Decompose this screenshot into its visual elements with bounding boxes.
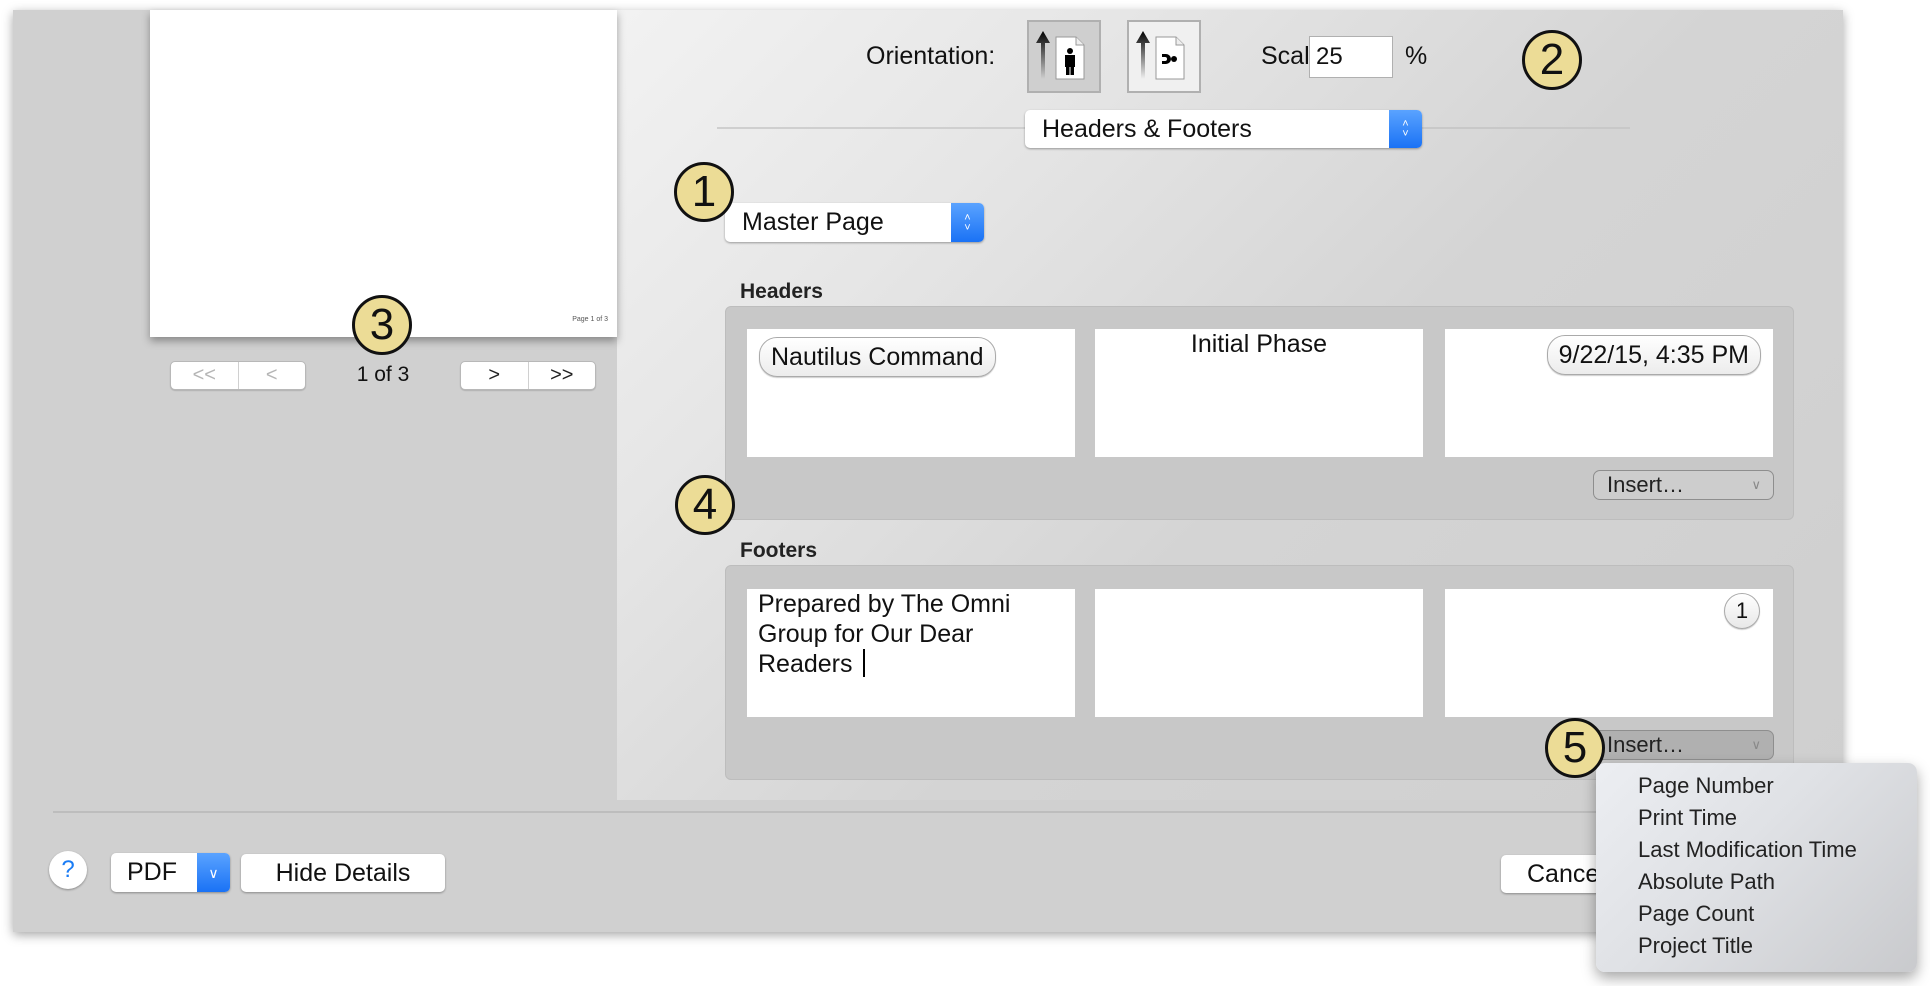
previous-page-button[interactable]: < — [237, 362, 306, 389]
master-page-value: Master Page — [742, 208, 884, 236]
menu-item-project-title[interactable]: Project Title — [1596, 930, 1917, 962]
up-down-chevron-icon: ˄ ˅ — [951, 203, 984, 242]
header-left-field[interactable]: Nautilus Command — [747, 329, 1075, 457]
header-insert-button[interactable]: Insert… ∨ — [1593, 470, 1774, 500]
callout-3: 3 — [352, 295, 412, 355]
landscape-orientation-button[interactable] — [1127, 20, 1201, 93]
orientation-label: Orientation: — [866, 42, 996, 70]
callout-2: 2 — [1522, 30, 1582, 90]
menu-item-print-time[interactable]: Print Time — [1596, 802, 1917, 834]
text-cursor — [863, 649, 866, 677]
header-insert-label: Insert… — [1607, 472, 1685, 497]
bottom-divider — [53, 811, 1843, 813]
percent-label: % — [1405, 42, 1428, 70]
insert-menu: Page Number Print Time Last Modification… — [1596, 763, 1917, 972]
page-preview: Page 1 of 3 — [150, 10, 617, 337]
last-page-button[interactable]: >> — [527, 362, 596, 389]
scale-input[interactable]: 25 — [1309, 36, 1393, 78]
footer-right-field[interactable]: 1 — [1445, 589, 1773, 717]
section-divider — [717, 127, 1027, 129]
footer-left-text: Prepared by The Omni Group for Our Dear … — [758, 590, 1011, 678]
footer-insert-button[interactable]: Insert… ∨ — [1593, 730, 1774, 760]
hide-details-button[interactable]: Hide Details — [241, 854, 445, 892]
chevron-right-icon: > — [488, 364, 501, 386]
headers-heading: Headers — [740, 280, 823, 303]
callout-5: 5 — [1545, 718, 1605, 778]
preview-footer-text: Page 1 of 3 — [572, 316, 608, 323]
print-section-popup[interactable]: Headers & Footers ˄ ˅ — [1025, 110, 1422, 148]
print-section-value: Headers & Footers — [1042, 114, 1252, 143]
up-down-chevron-icon: ˄ ˅ — [1389, 110, 1422, 148]
chevron-down-icon: ∨ — [197, 853, 230, 892]
next-page-button[interactable]: > — [461, 362, 528, 389]
chevron-down-icon: ∨ — [1751, 477, 1761, 492]
section-divider — [1422, 127, 1630, 129]
page-indicator: 1 of 3 — [356, 363, 410, 386]
preview-nav-back-group: << < — [170, 361, 306, 390]
chevron-left-icon: < — [265, 364, 278, 386]
menu-item-absolute-path[interactable]: Absolute Path — [1596, 866, 1917, 898]
footer-insert-label: Insert… — [1607, 732, 1685, 757]
preview-nav-forward-group: > >> — [460, 361, 596, 390]
footer-left-field[interactable]: Prepared by The Omni Group for Our Dear … — [747, 589, 1075, 717]
question-mark-icon: ? — [61, 856, 75, 883]
landscape-orientation-icon — [1136, 30, 1185, 79]
double-chevron-right-icon: >> — [550, 364, 574, 386]
help-button[interactable]: ? — [49, 851, 87, 889]
header-center-text: Initial Phase — [1190, 330, 1328, 358]
portrait-orientation-button[interactable] — [1027, 20, 1101, 93]
print-time-token[interactable]: 9/22/15, 4:35 PM — [1546, 335, 1761, 375]
pdf-label: PDF — [127, 858, 177, 886]
chevron-down-icon: ∨ — [1751, 737, 1761, 752]
page-number-token[interactable]: 1 — [1724, 593, 1760, 629]
footer-center-field[interactable] — [1095, 589, 1423, 717]
menu-item-page-number[interactable]: Page Number — [1596, 770, 1917, 802]
header-center-field[interactable]: Initial Phase — [1095, 329, 1423, 457]
footers-heading: Footers — [740, 539, 818, 562]
header-right-field[interactable]: 9/22/15, 4:35 PM — [1445, 329, 1773, 457]
first-page-button[interactable]: << — [171, 362, 238, 389]
project-title-token[interactable]: Nautilus Command — [759, 337, 996, 377]
portrait-orientation-icon — [1036, 30, 1085, 79]
master-page-popup[interactable]: Master Page ˄ ˅ — [725, 203, 984, 242]
menu-item-page-count[interactable]: Page Count — [1596, 898, 1917, 930]
menu-item-last-modification-time[interactable]: Last Modification Time — [1596, 834, 1917, 866]
pdf-menu-button[interactable]: PDF ∨ — [111, 853, 230, 892]
callout-4: 4 — [675, 475, 735, 535]
callout-1: 1 — [674, 162, 734, 222]
double-chevron-left-icon: << — [192, 364, 216, 386]
